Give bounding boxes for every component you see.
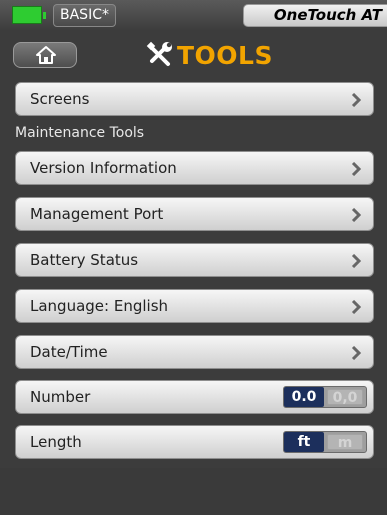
date-time-label: Date/Time (30, 343, 108, 361)
management-port-menu-item[interactable]: Management Port (15, 197, 374, 231)
section-title: Maintenance Tools (15, 125, 145, 141)
number-format-row: Number 0.0 0,0 (15, 380, 374, 414)
battery-full-icon (12, 6, 46, 24)
tools-screen: BASIC* OneTouch AT TOOLS Screens Mainten… (0, 0, 387, 515)
page-title: TOOLS (145, 39, 273, 71)
length-unit-option-selected[interactable]: ft (284, 432, 324, 452)
device-name-badge: OneTouch AT (243, 4, 387, 27)
number-format-option-other[interactable]: 0,0 (327, 389, 363, 406)
home-icon (36, 46, 56, 64)
chevron-right-icon (351, 93, 361, 107)
length-unit-option-other[interactable]: m (327, 434, 363, 451)
header-bar: TOOLS (0, 30, 387, 80)
management-port-label: Management Port (30, 205, 164, 223)
version-information-label: Version Information (30, 159, 177, 177)
screens-label: Screens (30, 90, 90, 108)
number-format-label: Number (30, 388, 91, 406)
language-label: Language: English (30, 297, 169, 315)
home-button[interactable] (13, 42, 77, 68)
date-time-menu-item[interactable]: Date/Time (15, 335, 374, 369)
profile-badge[interactable]: BASIC* (53, 4, 116, 27)
tools-icon (146, 41, 172, 66)
battery-status-label: Battery Status (30, 251, 139, 269)
chevron-right-icon (351, 254, 361, 268)
screens-menu-item[interactable]: Screens (15, 82, 374, 116)
chevron-right-icon (351, 162, 361, 176)
number-format-toggle[interactable]: 0.0 0,0 (283, 386, 367, 408)
number-format-option-selected[interactable]: 0.0 (284, 387, 324, 407)
bottom-bar (0, 468, 387, 515)
language-menu-item[interactable]: Language: English (15, 289, 374, 323)
battery-status-menu-item[interactable]: Battery Status (15, 243, 374, 277)
length-unit-toggle[interactable]: ft m (283, 431, 367, 453)
chevron-right-icon (351, 208, 361, 222)
version-information-menu-item[interactable]: Version Information (15, 151, 374, 185)
length-unit-label: Length (30, 433, 82, 451)
chevron-right-icon (351, 300, 361, 314)
length-unit-row: Length ft m (15, 425, 374, 459)
status-bar: BASIC* OneTouch AT (0, 0, 387, 30)
page-title-text: TOOLS (177, 40, 273, 70)
chevron-right-icon (351, 346, 361, 360)
